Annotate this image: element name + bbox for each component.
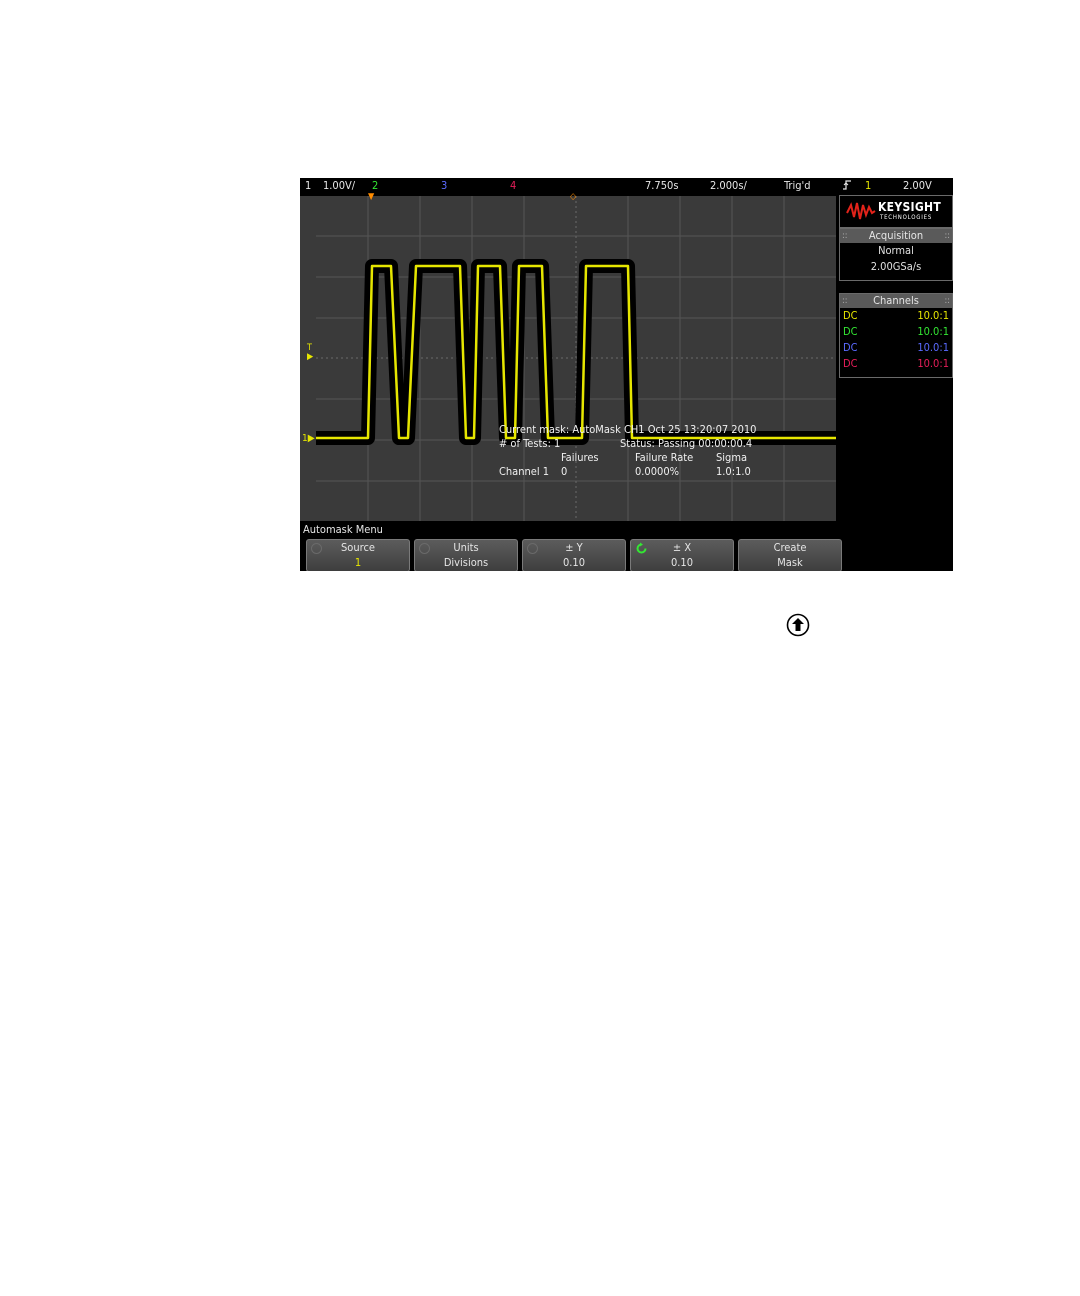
waveform-graticule	[316, 196, 836, 521]
status-bar: 1 1.00V/ 2 3 4 7.750s 2.000s/ Trig'd 1 2…	[300, 178, 953, 194]
channel-row-1: DC 10.0:1	[843, 309, 949, 322]
failure-rate-header: Failure Rate	[635, 451, 694, 464]
trigger-level: 2.00V	[903, 179, 932, 192]
ch3-label: 3	[441, 179, 448, 192]
channels-header: :: Channels ::	[840, 294, 952, 308]
waveform-plot	[316, 196, 836, 521]
trigger-source: 1	[865, 179, 872, 192]
keysight-logo: KEYSIGHT TECHNOLOGIES	[839, 195, 953, 228]
test-count-text: # of Tests: 1	[499, 437, 561, 450]
channels-panel[interactable]: :: Channels :: DC 10.0:1 DC 10.0:1 DC 10…	[839, 293, 953, 378]
sigma-header: Sigma	[716, 451, 748, 464]
keysight-wave-icon	[846, 202, 876, 220]
ch1-scale: 1.00V/	[323, 179, 356, 192]
failures-header: Failures	[561, 451, 599, 464]
time-scale: 2.000s/	[710, 179, 747, 192]
channel-row-4: DC 10.0:1	[843, 357, 949, 370]
delay-marker: ◇	[570, 192, 577, 202]
failures-value: 0	[561, 465, 568, 478]
x-tolerance-softkey[interactable]: ± X 0.10	[630, 539, 734, 571]
sample-rate: 2.00GSa/s	[870, 260, 922, 273]
ch2-label: 2	[372, 179, 379, 192]
ch1-label: 1	[305, 179, 312, 192]
rising-edge-icon	[842, 179, 852, 194]
acquisition-header: :: Acquisition ::	[840, 229, 952, 243]
brand-name: KEYSIGHT	[878, 200, 942, 214]
oscilloscope-screen: 1 1.00V/ 2 3 4 7.750s 2.000s/ Trig'd 1 2…	[300, 178, 953, 571]
ch4-label: 4	[510, 179, 517, 192]
time-delay: 7.750s	[645, 179, 679, 192]
sigma-value: 1.0:1.0	[716, 465, 751, 478]
menu-title: Automask Menu	[303, 523, 383, 536]
y-tolerance-softkey[interactable]: ± Y 0.10	[522, 539, 626, 571]
current-mask-text: Current mask: AutoMask CH1 Oct 25 13:20:…	[499, 423, 757, 436]
mask-status-text: Status: Passing 00:00:00.4	[620, 437, 753, 450]
trigger-state: Trig'd	[784, 179, 811, 192]
brand-subtitle: TECHNOLOGIES	[880, 214, 933, 221]
acquisition-mode: Normal	[878, 244, 914, 257]
trigger-point-marker: ▼	[368, 192, 375, 202]
units-softkey[interactable]: Units Divisions	[414, 539, 518, 571]
source-softkey[interactable]: Source 1	[306, 539, 410, 571]
failure-rate-value: 0.0000%	[635, 465, 680, 478]
ground-marker: 1▶	[302, 433, 315, 444]
channel-row-2: DC 10.0:1	[843, 325, 949, 338]
channel-row-3: DC 10.0:1	[843, 341, 949, 354]
trigger-level-arrow-icon: ▶	[307, 352, 314, 362]
up-arrow-circle-icon	[786, 613, 810, 637]
create-mask-softkey[interactable]: Create Mask	[738, 539, 842, 571]
acquisition-panel[interactable]: :: Acquisition :: Normal 2.00GSa/s	[839, 228, 953, 281]
channel-row-label: Channel 1	[499, 465, 550, 478]
